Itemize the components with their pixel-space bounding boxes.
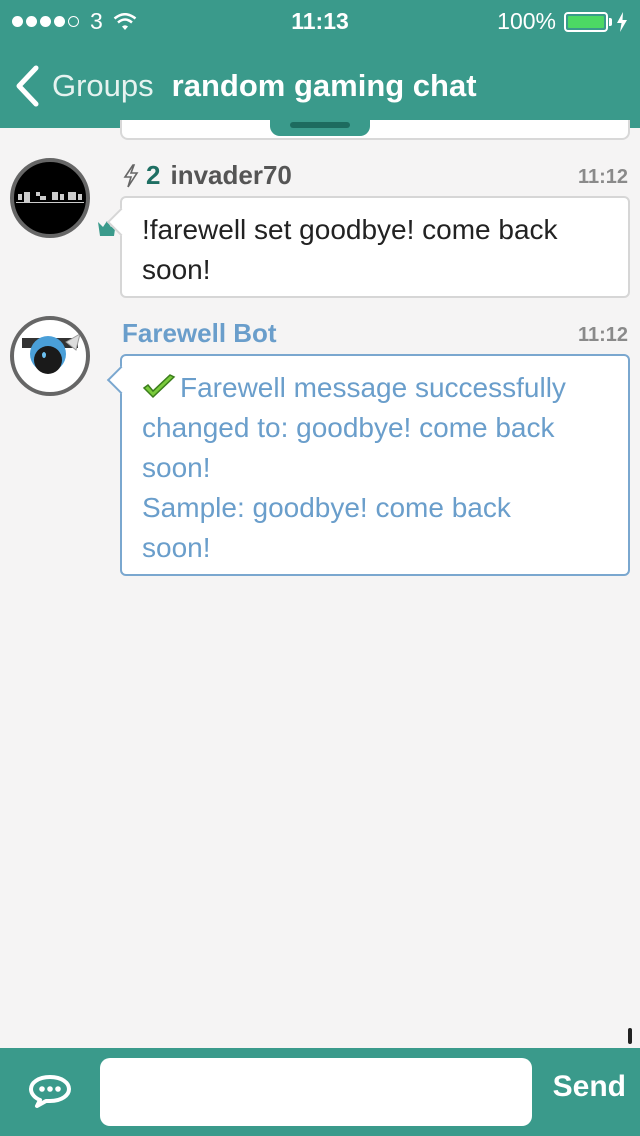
timestamp: 11:12 <box>577 324 628 346</box>
back-button[interactable]: Groups <box>14 65 154 107</box>
message-bubble[interactable]: !farewell set goodbye! come back soon! <box>120 196 630 298</box>
message-text-line: soon! <box>142 452 211 483</box>
avatar[interactable] <box>10 158 90 238</box>
scrollbar[interactable] <box>628 1028 632 1044</box>
top-bar: 3 11:13 100% Groups random gaming chat <box>0 0 640 128</box>
message-text-line: Farewell message successfully <box>180 372 566 403</box>
username[interactable]: invader70 <box>170 160 291 191</box>
message-text-line: changed to: goodbye! come back <box>142 412 555 443</box>
message-text-line: soon! <box>142 532 211 563</box>
chat-bubble-icon[interactable] <box>28 1074 72 1108</box>
battery-icon <box>564 11 612 32</box>
message-header: Farewell Bot 11:12 <box>122 318 628 348</box>
bot-avatar-icon <box>22 332 81 374</box>
avatar[interactable] <box>10 316 90 396</box>
status-bar: 3 11:13 100% <box>0 0 640 40</box>
nav-bar: Groups random gaming chat <box>0 56 640 116</box>
message-text-line: Sample: goodbye! come back <box>142 492 511 523</box>
message-text-line: soon! <box>142 254 211 285</box>
send-button[interactable]: Send <box>553 1070 626 1104</box>
chevron-left-icon <box>16 65 39 107</box>
karma-count: 2 <box>146 160 161 190</box>
username[interactable]: Farewell Bot <box>122 318 277 349</box>
charging-icon <box>617 11 627 32</box>
bolt-icon <box>123 163 139 187</box>
space-invaders-icon <box>16 192 84 203</box>
back-label: Groups <box>52 68 154 103</box>
battery-percent: 100% <box>497 8 556 34</box>
page-title: random gaming chat <box>171 68 477 103</box>
previous-message-bubble <box>120 120 630 140</box>
checkmark-icon <box>142 374 176 399</box>
pull-handle[interactable] <box>270 120 370 136</box>
message-text-line: !farewell set goodbye! come back <box>142 214 558 245</box>
composer-bar: Send <box>0 1048 640 1136</box>
message-bubble[interactable]: Farewell message successfully changed to… <box>120 354 630 576</box>
message-header: 2 invader70 11:12 <box>122 160 628 190</box>
timestamp: 11:12 <box>577 166 628 188</box>
message-input[interactable] <box>100 1058 532 1126</box>
